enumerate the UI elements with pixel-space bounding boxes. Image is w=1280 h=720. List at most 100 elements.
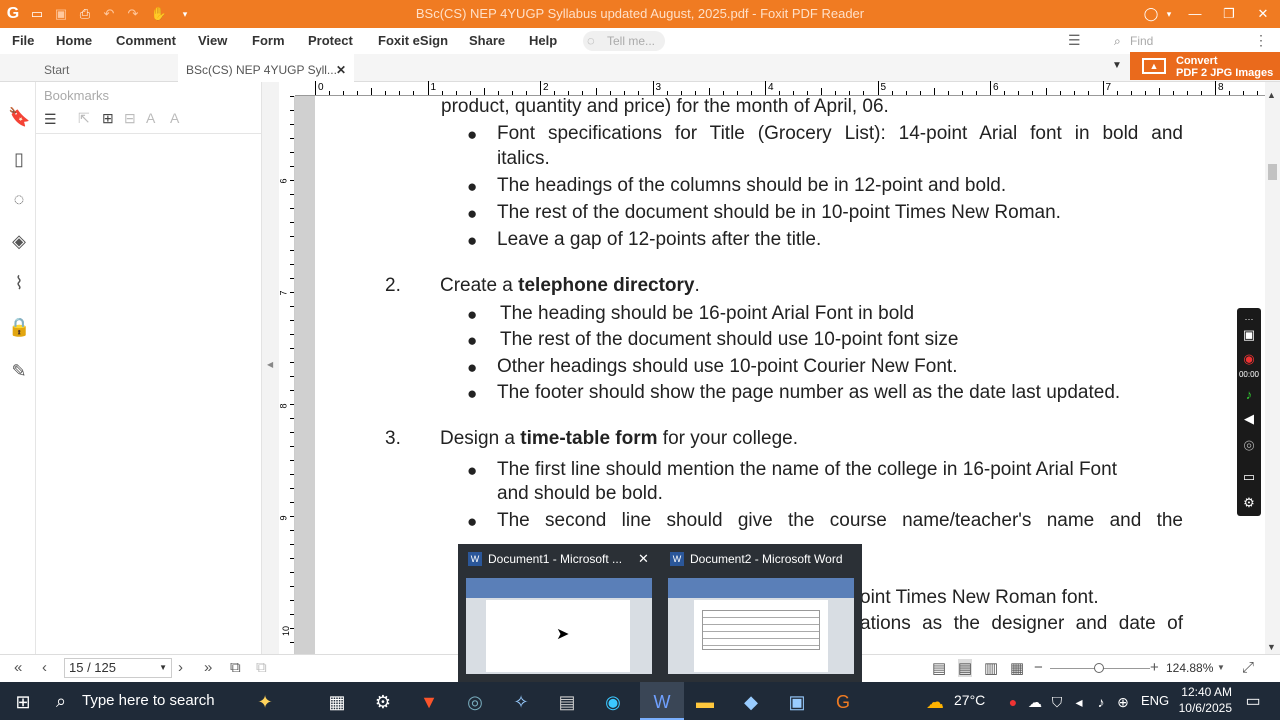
ruler-tick [290,460,294,461]
microphone-icon[interactable]: ♪ [1240,386,1258,404]
maximize-icon[interactable]: ❐ [1220,5,1238,23]
fullscreen-icon[interactable]: ⤢ [1242,659,1254,676]
app-icon[interactable]: ▤ [554,689,580,715]
facing-view-icon[interactable]: ▥ [984,659,998,677]
ruler-tick [427,81,429,95]
ruler-tick [290,362,294,363]
vertical-scrollbar[interactable]: ▲ ▼ [1265,82,1280,654]
convert-pdf-ad-button[interactable]: ▲ Convert PDF 2 JPG Images [1130,52,1280,80]
app-icon[interactable]: ✧ [508,689,534,715]
close-icon[interactable]: ✕ [1254,5,1272,23]
preview-document1[interactable]: W Document1 - Microsoft ... ✕ [458,544,658,682]
ruler-number: 3 [655,82,662,93]
ruler-tick [290,474,294,475]
word-taskbar-button[interactable]: W [640,682,684,720]
edge-icon[interactable]: ◉ [600,689,626,715]
zoom-dropdown-icon[interactable]: ▼ [1217,663,1225,672]
comments-panel-icon[interactable]: ◌ [8,188,30,210]
speaker-icon[interactable]: ◀ [1240,410,1258,428]
continuous-facing-icon[interactable]: ▦ [1010,659,1024,677]
ruler-tick [750,91,752,95]
settings-app-icon[interactable]: ⚙ [370,689,396,715]
menu-form[interactable]: Form [252,33,285,48]
settings-gear-icon[interactable]: ⚙ [1240,494,1258,512]
tab-document[interactable]: BSc(CS) NEP 4YUGP Syll... ✕ [178,54,354,82]
page-number-input[interactable]: 15 / 125 ▼ [64,658,172,678]
ruler-tick [933,88,935,95]
weather-icon[interactable]: ☁ [922,689,948,715]
foxit-taskbar-icon[interactable]: G [830,689,856,715]
bookmark-panel-icon[interactable]: 🔖 [8,106,30,128]
scroll-up-icon[interactable]: ▲ [1267,90,1276,100]
menu-esign[interactable]: Foxit eSign [378,33,448,48]
brave-icon[interactable]: ▼ [416,689,442,715]
zoom-in-icon[interactable]: + [1150,659,1159,676]
app-icon[interactable]: ▣ [784,689,810,715]
zoom-level[interactable]: 124.88% [1166,661,1213,675]
last-page-icon[interactable]: » [204,659,212,676]
tell-me-input[interactable]: ◌ Tell me... [583,31,665,51]
scroll-down-icon[interactable]: ▼ [1267,642,1276,652]
add-bookmark-icon[interactable]: ⊞ [102,110,114,127]
sparkle-icon[interactable]: ✦ [252,689,278,715]
record-icon[interactable]: ◉ [1240,350,1258,368]
account-icon[interactable]: ◯ [1142,5,1160,23]
more-options-icon[interactable]: ⋮ [1254,32,1268,49]
doc-line: oint Times New Roman font. [860,587,1099,608]
scroll-thumb[interactable] [1268,164,1277,180]
panel-splitter[interactable]: ◀ [261,82,279,654]
zoom-slider-thumb[interactable] [1094,663,1104,673]
notifications-icon[interactable]: ▭ [1240,689,1266,715]
menu-help[interactable]: Help [529,33,557,48]
app-icon[interactable]: ◎ [462,689,488,715]
collapse-panel-icon[interactable]: ◀ [267,360,273,369]
tab-start[interactable]: Start [44,63,69,77]
task-view-icon[interactable]: ▦ [324,689,350,715]
single-page-view-icon[interactable]: ▤ [932,659,946,677]
layers-panel-icon[interactable]: ◈ [8,230,30,252]
menu-file[interactable]: File [12,33,34,48]
taskbar-search-box[interactable]: ⌕ Type here to search [48,682,248,720]
zoom-out-icon[interactable]: − [1034,659,1043,676]
security-panel-icon[interactable]: 🔒 [8,316,30,338]
ruler-number: 9 [278,515,289,521]
tab-close-icon[interactable]: ✕ [336,63,346,77]
find-input[interactable]: ⌕ Find [1112,31,1268,51]
first-page-icon[interactable]: « [14,659,22,676]
menu-protect[interactable]: Protect [308,33,353,48]
language-indicator[interactable]: ENG [1141,693,1169,708]
previous-page-icon[interactable]: ‹ [42,659,47,676]
pages-panel-icon[interactable]: ▯ [8,148,30,170]
camera-icon[interactable]: ▣ [1240,326,1258,344]
tab-list-dropdown-icon[interactable]: ▼ [1112,60,1122,71]
thumb-ribbon [466,578,652,598]
previous-view-icon[interactable]: ⧉ [230,659,241,676]
windows-start-icon[interactable]: ⊞ [10,689,36,715]
signature-panel-icon[interactable]: ✎ [8,360,30,382]
bookmark-options-icon[interactable]: ☰ [44,111,57,128]
webcam-icon[interactable]: ◎ [1240,436,1258,454]
clock[interactable]: 12:40 AM 10/6/2025 [1172,684,1232,716]
menu-comment[interactable]: Comment [116,33,176,48]
next-page-icon[interactable]: › [178,659,183,676]
menu-view[interactable]: View [198,33,227,48]
page-dropdown-icon[interactable]: ▼ [159,659,167,677]
minimize-icon[interactable]: — [1186,5,1204,23]
network-icon[interactable]: ⊕ [1110,689,1136,715]
temperature[interactable]: 27°C [954,692,985,708]
preview-close-icon[interactable]: ✕ [638,551,649,567]
ruler-tick [947,91,949,95]
account-dropdown-icon[interactable]: ▾ [1160,5,1178,23]
window-capture-icon[interactable]: ▭ [1240,468,1258,486]
ruler-tick [290,418,294,419]
ruler-tick [413,91,415,95]
file-explorer-icon[interactable]: ▬ [692,689,718,715]
menu-share[interactable]: Share [469,33,505,48]
ruler-tick [1116,91,1118,95]
attachments-panel-icon[interactable]: ⌇ [8,272,30,294]
search-options-icon[interactable]: ☰ [1068,32,1081,49]
continuous-view-icon[interactable]: ▤ [958,659,973,677]
menu-home[interactable]: Home [56,33,92,48]
app-icon[interactable]: ◆ [738,689,764,715]
preview-document2[interactable]: W Document2 - Microsoft Word [660,544,860,682]
